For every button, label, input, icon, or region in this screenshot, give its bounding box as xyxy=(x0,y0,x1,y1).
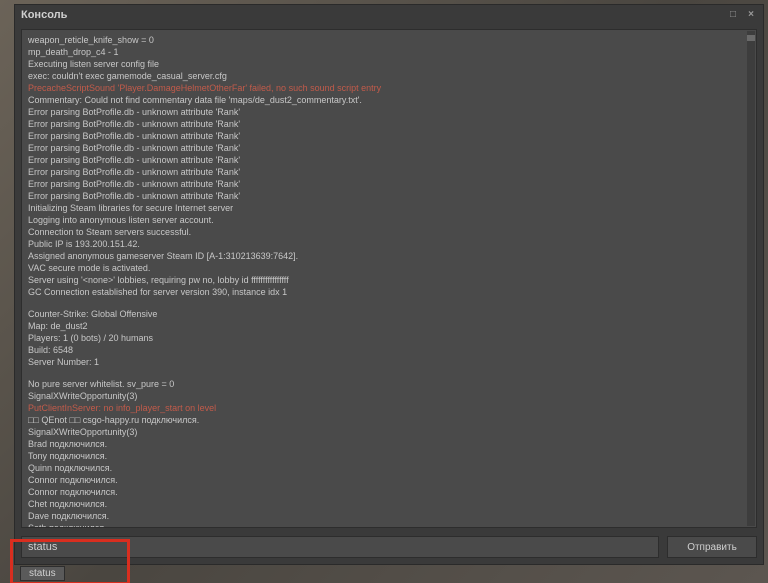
log-line: SignalXWriteOpportunity(3) xyxy=(28,390,740,402)
log-line: Error parsing BotProfile.db - unknown at… xyxy=(28,130,740,142)
log-line: mp_death_drop_c4 - 1 xyxy=(28,46,740,58)
input-row: Отправить xyxy=(15,532,763,564)
log-line: PutClientInServer: no info_player_start … xyxy=(28,402,740,414)
log-line: exec: couldn't exec gamemode_casual_serv… xyxy=(28,70,740,82)
log-line: Brad подключился. xyxy=(28,438,740,450)
autocomplete-suggestion[interactable]: status xyxy=(20,566,65,581)
scrollbar[interactable] xyxy=(747,31,755,526)
log-line: weapon_reticle_knife_show = 0 xyxy=(28,34,740,46)
window-title: Консоль xyxy=(21,9,67,21)
titlebar-controls: □ × xyxy=(727,9,757,21)
log-line: Error parsing BotProfile.db - unknown at… xyxy=(28,178,740,190)
log-line: Players: 1 (0 bots) / 20 humans xyxy=(28,332,740,344)
log-line: Connor подключился. xyxy=(28,474,740,486)
log-line: Error parsing BotProfile.db - unknown at… xyxy=(28,166,740,178)
scrollbar-thumb[interactable] xyxy=(747,35,755,41)
log-lines: weapon_reticle_knife_show = 0mp_death_dr… xyxy=(22,30,746,527)
log-line: Server using '<none>' lobbies, requiring… xyxy=(28,274,740,286)
log-line: Connor подключился. xyxy=(28,486,740,498)
log-line: Chet подключился. xyxy=(28,498,740,510)
log-line xyxy=(28,368,740,378)
log-line: Executing listen server config file xyxy=(28,58,740,70)
log-line: Seth подключился. xyxy=(28,522,740,527)
log-line xyxy=(28,298,740,308)
close-icon[interactable]: × xyxy=(745,9,757,21)
log-line: Public IP is 193.200.151.42. xyxy=(28,238,740,250)
submit-button[interactable]: Отправить xyxy=(667,536,757,558)
log-line: Connection to Steam servers successful. xyxy=(28,226,740,238)
log-line: Server Number: 1 xyxy=(28,356,740,368)
log-line: No pure server whitelist. sv_pure = 0 xyxy=(28,378,740,390)
log-line: Assigned anonymous gameserver Steam ID [… xyxy=(28,250,740,262)
log-line: Error parsing BotProfile.db - unknown at… xyxy=(28,106,740,118)
console-window: Консоль □ × weapon_reticle_knife_show = … xyxy=(14,4,764,565)
log-line: Commentary: Could not find commentary da… xyxy=(28,94,740,106)
log-line: Tony подключился. xyxy=(28,450,740,462)
log-line: PrecacheScriptSound 'Player.DamageHelmet… xyxy=(28,82,740,94)
log-line: Logging into anonymous listen server acc… xyxy=(28,214,740,226)
console-input[interactable] xyxy=(21,536,659,558)
log-line: Error parsing BotProfile.db - unknown at… xyxy=(28,190,740,202)
log-line: Error parsing BotProfile.db - unknown at… xyxy=(28,154,740,166)
log-line: Map: de_dust2 xyxy=(28,320,740,332)
log-line: Error parsing BotProfile.db - unknown at… xyxy=(28,142,740,154)
log-line: SignalXWriteOpportunity(3) xyxy=(28,426,740,438)
log-line: Quinn подключился. xyxy=(28,462,740,474)
log-line: GC Connection established for server ver… xyxy=(28,286,740,298)
log-line: Dave подключился. xyxy=(28,510,740,522)
log-line: Counter-Strike: Global Offensive xyxy=(28,308,740,320)
log-line: VAC secure mode is activated. xyxy=(28,262,740,274)
console-output: weapon_reticle_knife_show = 0mp_death_dr… xyxy=(21,29,757,528)
titlebar: Консоль □ × xyxy=(15,5,763,25)
log-line: Initializing Steam libraries for secure … xyxy=(28,202,740,214)
maximize-icon[interactable]: □ xyxy=(727,9,739,21)
log-line: □□ QEnot □□ csgo-happy.ru подключился. xyxy=(28,414,740,426)
log-line: Error parsing BotProfile.db - unknown at… xyxy=(28,118,740,130)
log-line: Build: 6548 xyxy=(28,344,740,356)
